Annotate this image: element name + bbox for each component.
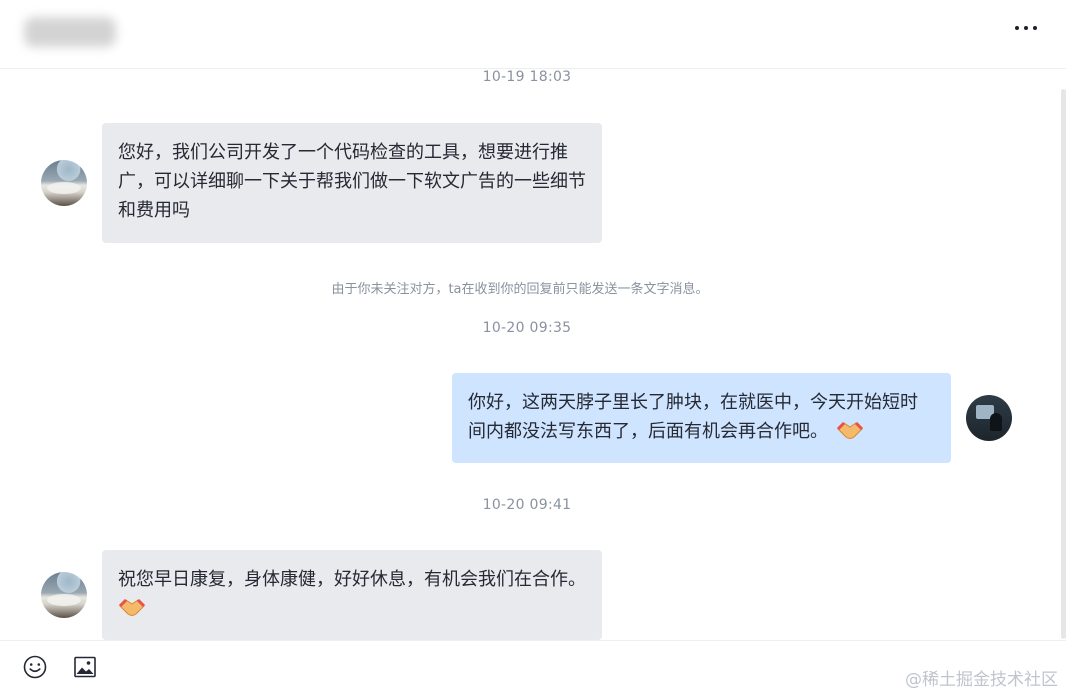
peer-name-blurred: ████	[24, 17, 116, 47]
watermark: @稀土掘金技术社区	[905, 670, 1058, 690]
chat-header: ████	[0, 0, 1066, 69]
input-toolbar: @稀土掘金技术社区	[0, 640, 1066, 696]
smiley-icon	[23, 655, 47, 679]
image-icon	[74, 656, 96, 678]
handshake-emoji-icon	[836, 421, 864, 442]
more-options-button[interactable]	[1010, 14, 1042, 42]
message-timestamp: 10-19 18:03	[482, 69, 572, 85]
peer-avatar[interactable]	[41, 160, 87, 206]
peer-message-bubble: 您好，我们公司开发了一个代码检查的工具，想要进行推广，可以详细聊一下关于帮我们做…	[102, 123, 602, 243]
message-timestamp: 10-20 09:41	[482, 497, 572, 513]
image-upload-button[interactable]	[72, 656, 98, 693]
peer-message-bubble: 祝您早日康复，身体康健，好好休息，有机会我们在合作。	[102, 550, 602, 640]
scrollbar[interactable]	[1061, 89, 1066, 639]
message-text: 祝您早日康复，身体康健，好好休息，有机会我们在合作。	[118, 569, 586, 590]
my-message-bubble: 你好，这两天脖子里长了肿块，在就医中，今天开始短时间内都没法写东西了，后面有机会…	[452, 373, 951, 463]
peer-avatar[interactable]	[41, 572, 87, 618]
chat-window: ████ 10-19 18:03 您好，我们公司开发了一个代码检查的工具，想要进…	[0, 0, 1066, 696]
more-horizontal-icon	[1015, 26, 1037, 30]
handshake-emoji-icon	[118, 598, 146, 619]
message-text: 您好，我们公司开发了一个代码检查的工具，想要进行推广，可以详细聊一下关于帮我们做…	[118, 142, 586, 221]
emoji-button[interactable]	[22, 655, 48, 693]
message-list[interactable]: 10-19 18:03 您好，我们公司开发了一个代码检查的工具，想要进行推广，可…	[0, 69, 1066, 640]
follow-notice: 由于你未关注对方，ta在收到你的回复前只能发送一条文字消息。	[331, 282, 709, 297]
my-avatar[interactable]	[966, 395, 1012, 441]
message-timestamp: 10-20 09:35	[482, 320, 572, 336]
